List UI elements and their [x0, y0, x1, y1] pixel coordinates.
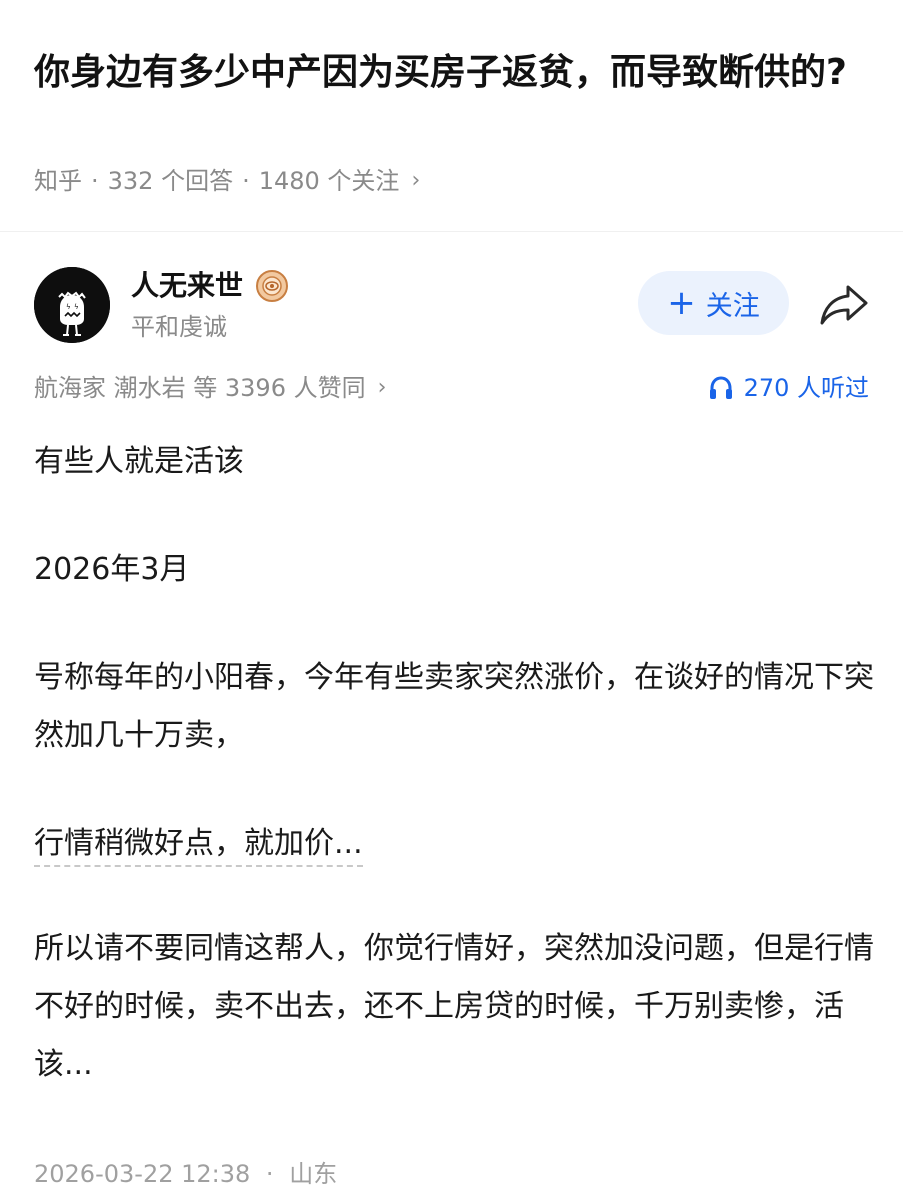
- author-name-row[interactable]: 人无来世: [131, 266, 289, 306]
- meta-separator: ·: [265, 1160, 274, 1188]
- meta-separator: ·: [242, 167, 250, 195]
- follower-count: 1480 个关注: [258, 167, 400, 195]
- divider: [0, 231, 903, 232]
- answer-paragraph: 号称每年的小阳春，今年有些卖家突然涨价，在谈好的情况下突然加几十万卖，: [34, 660, 874, 753]
- endorsement-row[interactable]: 航海家 潮水岩 等 3396 人赞同 ›: [34, 370, 386, 406]
- post-meta: 2026-03-22 12:38 · 山东: [34, 1156, 337, 1192]
- question-meta[interactable]: 知乎 · 332 个回答 · 1480 个关注 ›: [34, 163, 420, 199]
- follow-button[interactable]: + 关注: [638, 271, 789, 335]
- source-label: 知乎: [34, 167, 82, 195]
- answer-count: 332 个回答: [107, 167, 234, 195]
- chevron-right-icon: ›: [377, 375, 387, 400]
- answer-paragraph: 所以请不要同情这帮人，你觉行情好，突然加没问题，但是行情不好的时候，卖不出去，还…: [34, 931, 874, 1082]
- follow-label: 关注: [705, 290, 760, 322]
- avatar-image: ϟ ϟ: [34, 267, 110, 343]
- post-location: 山东: [289, 1160, 338, 1188]
- svg-text:ϟ: ϟ: [74, 303, 79, 311]
- answer-paragraph: 有些人就是活该: [34, 444, 244, 479]
- post-date: 2026-03-22 12:38: [34, 1160, 251, 1188]
- badge-icon: [256, 270, 289, 302]
- endorsement-text: 航海家 潮水岩 等 3396 人赞同: [34, 374, 366, 402]
- author-name: 人无来世: [131, 269, 244, 302]
- question-title[interactable]: 你身边有多少中产因为买房子返贫，而导致断供的?: [34, 44, 874, 102]
- share-icon[interactable]: [818, 281, 870, 327]
- headphone-icon: [709, 376, 732, 399]
- answer-paragraph: 行情稍微好点，就加价...: [34, 815, 874, 873]
- meta-separator: ·: [91, 167, 99, 195]
- svg-text:ϟ: ϟ: [66, 303, 71, 311]
- author-bio: 平和虔诚: [131, 313, 227, 341]
- answer-page: 你身边有多少中产因为买房子返贫，而导致断供的? 知乎 · 332 个回答 · 1…: [0, 0, 903, 1200]
- avatar[interactable]: ϟ ϟ: [34, 267, 110, 343]
- listen-count: 270 人听过: [743, 374, 869, 402]
- plus-icon: +: [667, 283, 696, 323]
- listen-row[interactable]: 270 人听过: [708, 370, 869, 406]
- answer-paragraph: 2026年3月: [34, 552, 190, 587]
- chevron-right-icon: ›: [411, 168, 421, 193]
- annotated-text[interactable]: 行情稍微好点，就加价...: [34, 826, 363, 867]
